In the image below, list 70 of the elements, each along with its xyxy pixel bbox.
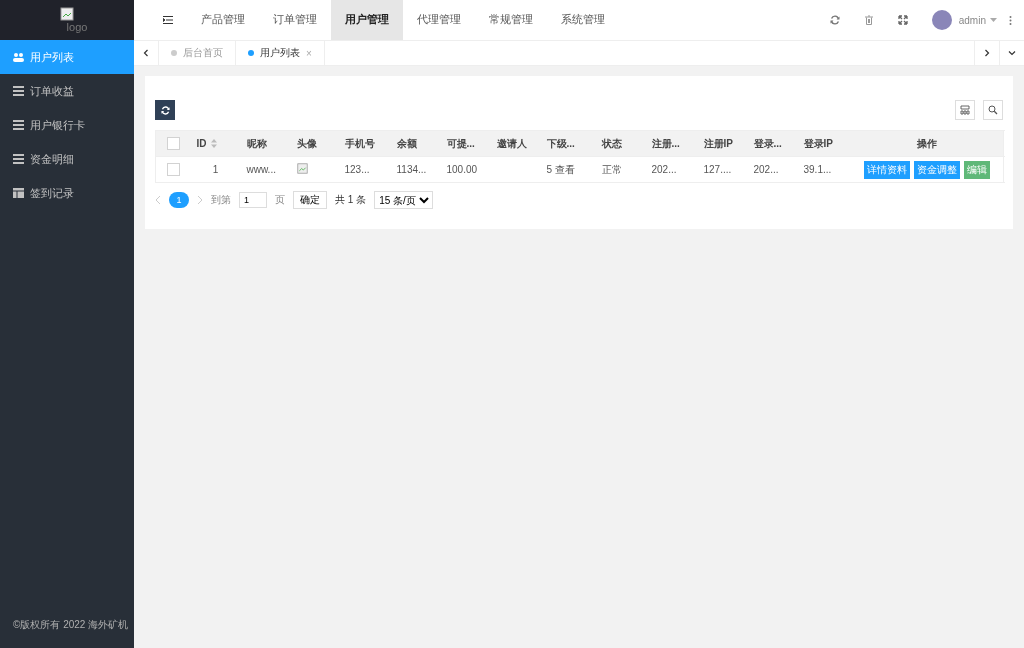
page-size-select[interactable]: 15 条/页 (374, 191, 434, 209)
table-cell: 39.1... (803, 164, 832, 175)
refresh-icon[interactable] (829, 15, 840, 25)
column-header: 登录... (753, 136, 782, 151)
columns-icon (960, 105, 970, 115)
refresh-button[interactable] (155, 100, 175, 120)
nav-tab[interactable]: 系统管理 (547, 0, 619, 40)
sidebar-item[interactable]: 资金明细 (0, 142, 134, 176)
chevron-left-icon[interactable] (142, 49, 150, 57)
avatar[interactable] (931, 10, 952, 30)
column-header: ID (196, 138, 207, 149)
search-button[interactable] (983, 100, 1003, 120)
refresh-icon (160, 105, 170, 115)
caret-icon (990, 18, 997, 22)
table-cell: www... (246, 164, 276, 175)
copyright-text: ©版权所有 2022 海外矿机 (12, 618, 130, 632)
chevron-right-icon[interactable] (983, 49, 991, 57)
nav-tab[interactable]: 代理管理 (403, 0, 475, 40)
list-icon (13, 120, 24, 130)
nav-tab[interactable]: 产品管理 (187, 0, 259, 40)
goto-label: 到第 (211, 193, 231, 207)
column-header: 余额 (396, 136, 417, 151)
table-cell: 123... (344, 164, 370, 175)
broken-image-icon (296, 163, 308, 174)
more-icon[interactable] (1009, 15, 1012, 25)
table-cell: 正常 (601, 163, 622, 175)
chevron-down-icon[interactable] (1008, 49, 1016, 57)
sidebar-item[interactable]: 签到记录 (0, 176, 134, 210)
column-header: 手机号 (344, 136, 375, 151)
column-header: 状态 (601, 136, 622, 151)
trash-icon[interactable] (863, 15, 874, 25)
user-menu[interactable]: admin (958, 14, 997, 26)
table-cell: 127.... (703, 164, 732, 175)
page-input[interactable]: 1 (239, 192, 267, 208)
nav-tab[interactable]: 用户管理 (331, 0, 403, 40)
page-unit-label: 页 (275, 193, 285, 207)
total-count: 共 1 条 (335, 193, 367, 207)
broken-image-icon (60, 7, 74, 21)
page-tab[interactable]: 用户列表 × (236, 41, 325, 65)
sidebar-item[interactable]: 用户银行卡 (0, 108, 134, 142)
nav-tab[interactable]: 常规管理 (475, 0, 547, 40)
fullscreen-icon[interactable] (897, 15, 908, 25)
column-header: 注册... (651, 136, 680, 151)
column-header: 注册IP (703, 136, 733, 151)
sidebar-item[interactable]: 订单收益 (0, 74, 134, 108)
table-cell: 5 查看 (546, 163, 575, 175)
column-header: 登录IP (803, 136, 833, 151)
columns-button[interactable] (955, 100, 975, 120)
column-header: 昵称 (246, 136, 267, 151)
list-icon (13, 86, 24, 96)
logo-alt-text: logo (66, 21, 88, 33)
column-header: 邀请人 (496, 136, 527, 151)
search-icon (988, 105, 998, 115)
menu-icon[interactable] (163, 16, 173, 24)
nav-tab[interactable]: 订单管理 (259, 0, 331, 40)
column-header: 下级... (546, 136, 575, 151)
table-cell: 202... (753, 164, 779, 175)
list-icon (13, 154, 24, 164)
column-header: 可提... (446, 136, 475, 151)
table-cell: 202... (651, 164, 677, 175)
column-header: 头像 (296, 136, 317, 151)
users-icon (13, 52, 24, 62)
table-cell: 1134... (396, 164, 427, 175)
select-all-checkbox[interactable] (166, 137, 180, 150)
row-checkbox[interactable] (166, 163, 180, 176)
table-cell: 100.00 (446, 164, 478, 175)
column-header: 操作 (916, 136, 937, 151)
table-icon (13, 188, 24, 198)
table-cell: 1 (212, 164, 219, 175)
confirm-button[interactable]: 确定 (293, 191, 327, 209)
